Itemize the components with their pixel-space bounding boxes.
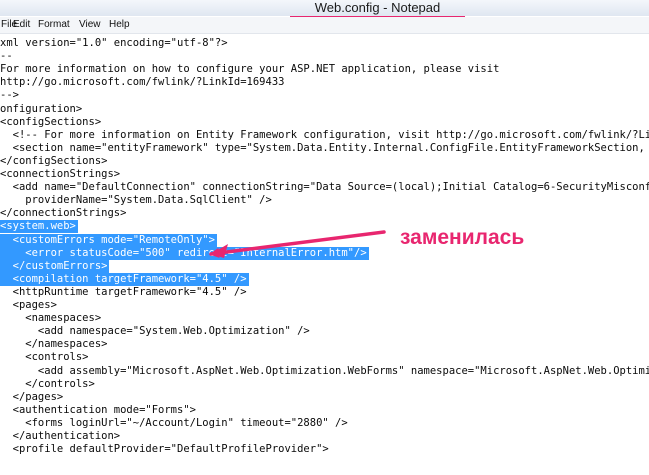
selected-code-line[interactable]: <customErrors mode="RemoteOnly"> <box>0 233 217 247</box>
code-line[interactable]: </namespaces> <box>0 338 107 351</box>
code-line[interactable]: <forms loginUrl="~/Account/Login" timeou… <box>0 417 347 430</box>
selected-code-line[interactable]: <compilation targetFramework="4.5" /> <box>0 272 249 286</box>
code-line[interactable]: <profile defaultProvider="DefaultProfile… <box>0 443 329 456</box>
menu-format[interactable]: Format <box>38 17 70 33</box>
code-line[interactable]: </connectionStrings> <box>0 207 126 220</box>
menu-help[interactable]: Help <box>109 17 130 33</box>
code-line[interactable]: <add name="DefaultConnection" connection… <box>0 181 649 194</box>
code-line[interactable]: -- <box>0 50 13 63</box>
selected-code-line[interactable]: <system.web> <box>0 220 78 234</box>
code-line[interactable]: </configSections> <box>0 155 107 168</box>
code-line[interactable]: onfiguration> <box>0 103 82 116</box>
title-bar[interactable]: Web.config - Notepad <box>0 0 649 19</box>
code-line[interactable]: <namespaces> <box>0 312 101 325</box>
code-line[interactable]: </authentication> <box>0 430 120 443</box>
code-line[interactable]: For more information on how to configure… <box>0 63 499 76</box>
selected-code-line[interactable]: <error statusCode="500" redirect="Intern… <box>0 246 369 260</box>
code-line[interactable]: <!-- For more information on Entity Fram… <box>0 129 649 142</box>
code-line[interactable]: <add namespace="System.Web.Optimization"… <box>0 325 310 338</box>
code-line[interactable]: <connectionStrings> <box>0 168 120 181</box>
code-line[interactable]: </controls> <box>0 378 95 391</box>
menu-bar: File Edit Format View Help <box>0 17 649 34</box>
code-line[interactable]: xml version="1.0" encoding="utf-8"?> <box>0 37 228 50</box>
code-line[interactable]: <authentication mode="Forms"> <box>0 404 196 417</box>
annotation-label: заменилась <box>400 226 525 249</box>
code-line[interactable]: </pages> <box>0 391 64 404</box>
code-line[interactable]: <add assembly="Microsoft.AspNet.Web.Opti… <box>0 365 649 378</box>
menu-edit[interactable]: Edit <box>13 17 30 33</box>
code-line[interactable]: <pages> <box>0 299 57 312</box>
code-line[interactable]: <httpRuntime targetFramework="4.5" /> <box>0 286 247 299</box>
code-line[interactable]: <configSections> <box>0 116 101 129</box>
code-line[interactable]: --> <box>0 89 19 102</box>
code-line[interactable]: <section name="entityFramework" type="Sy… <box>0 142 649 155</box>
text-editor-area[interactable]: xml version="1.0" encoding="utf-8"?> -- Fo… <box>0 34 649 475</box>
menu-view[interactable]: View <box>79 17 101 33</box>
code-line[interactable]: <controls> <box>0 351 88 364</box>
selected-code-line[interactable]: </customErrors> <box>0 259 110 273</box>
code-line[interactable]: http://go.microsoft.com/fwlink/?LinkId=1… <box>0 76 284 89</box>
window-title: Web.config - Notepad <box>314 0 441 15</box>
code-line[interactable]: providerName="System.Data.SqlClient" /> <box>0 194 272 207</box>
